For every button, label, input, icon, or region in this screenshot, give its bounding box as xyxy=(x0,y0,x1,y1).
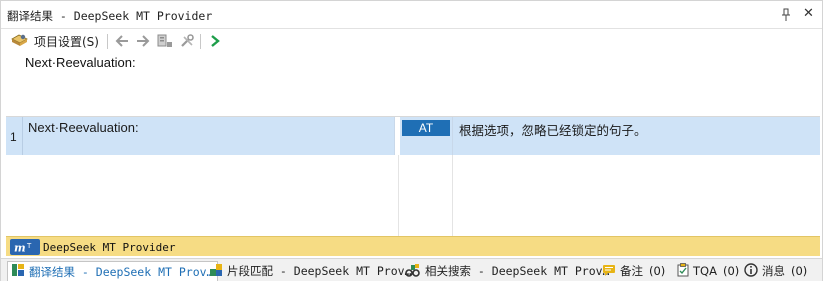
tab-count: (0) xyxy=(649,264,666,278)
column-divider xyxy=(398,155,399,237)
tab-count: (0) xyxy=(722,264,740,278)
row-number: 1 xyxy=(6,117,23,155)
results-grid: 1 Next·Reevaluation: 根据选项，忽略已经锁定的句子。 AT xyxy=(6,116,820,237)
svg-text:T: T xyxy=(26,242,32,250)
project-settings-label: 项目设置(S) xyxy=(34,34,99,49)
panel-title: 翻译结果 - DeepSeek MT Provider xyxy=(7,9,213,23)
messages-icon xyxy=(744,262,758,280)
tab-label: 片段匹配 - DeepSeek MT Prov… xyxy=(227,264,412,278)
origin-badge: AT xyxy=(402,120,450,136)
tools-icon[interactable] xyxy=(179,32,195,50)
target-text: 根据选项，忽略已经锁定的句子。 xyxy=(459,123,647,138)
translation-results-icon xyxy=(11,263,25,280)
tab-label: 消息 xyxy=(762,264,785,278)
mt-provider-logo-icon: m T xyxy=(10,239,40,255)
project-settings-icon xyxy=(11,32,29,51)
toolbar-divider xyxy=(107,34,108,49)
tqa-icon xyxy=(677,262,689,280)
comments-icon xyxy=(602,263,616,280)
translation-results-panel: 翻译结果 - DeepSeek MT Provider ✕ 项目设置(S) Ne… xyxy=(0,0,823,281)
tab-comments[interactable]: 备注 (0) xyxy=(602,261,665,281)
go-arrow-icon[interactable] xyxy=(207,32,223,50)
target-cell[interactable]: 根据选项，忽略已经锁定的句子。 xyxy=(452,117,820,155)
source-cell[interactable]: Next·Reevaluation: xyxy=(23,117,395,155)
toolbar: 项目设置(S) xyxy=(1,29,822,53)
bottom-tab-bar: 翻译结果 - DeepSeek MT Prov… 片段匹配 - DeepSeek… xyxy=(1,258,822,281)
tab-label: 相关搜索 - DeepSeek MT Prov… xyxy=(425,264,610,278)
tab-translation-results[interactable]: 翻译结果 - DeepSeek MT Prov… xyxy=(7,261,219,281)
tab-label: TQA xyxy=(693,264,717,278)
column-divider xyxy=(452,155,453,237)
previous-arrow-icon[interactable] xyxy=(114,32,130,50)
tab-concordance-search[interactable]: 相关搜索 - DeepSeek MT Prov… xyxy=(405,261,609,281)
tab-count: (0) xyxy=(791,264,808,278)
tab-label: 翻译结果 - DeepSeek MT Prov… xyxy=(29,264,214,279)
toolbar-divider xyxy=(200,34,201,49)
provider-bar: m T DeepSeek MT Provider xyxy=(6,236,820,256)
tab-tqa[interactable]: TQA (0) xyxy=(677,261,739,281)
apply-translation-icon[interactable] xyxy=(157,32,173,50)
row-number-text: 1 xyxy=(10,130,17,144)
tab-label: 备注 xyxy=(620,264,643,278)
source-text: Next·Reevaluation: xyxy=(28,120,139,135)
svg-text:m: m xyxy=(14,242,26,255)
next-arrow-icon[interactable] xyxy=(135,32,151,50)
source-segment-preview: Next·Reevaluation: xyxy=(25,55,136,70)
tab-fragment-match[interactable]: 片段匹配 - DeepSeek MT Prov… xyxy=(209,261,411,281)
provider-name: DeepSeek MT Provider xyxy=(43,241,176,254)
close-icon[interactable]: ✕ xyxy=(803,7,815,21)
concordance-search-icon xyxy=(405,263,421,280)
fragment-match-icon xyxy=(209,263,223,280)
tab-messages[interactable]: 消息 (0) xyxy=(744,261,807,281)
panel-title-bar: 翻译结果 - DeepSeek MT Provider ✕ xyxy=(1,1,822,29)
project-settings-button[interactable]: 项目设置(S) xyxy=(11,32,99,50)
pin-icon[interactable] xyxy=(781,8,791,22)
